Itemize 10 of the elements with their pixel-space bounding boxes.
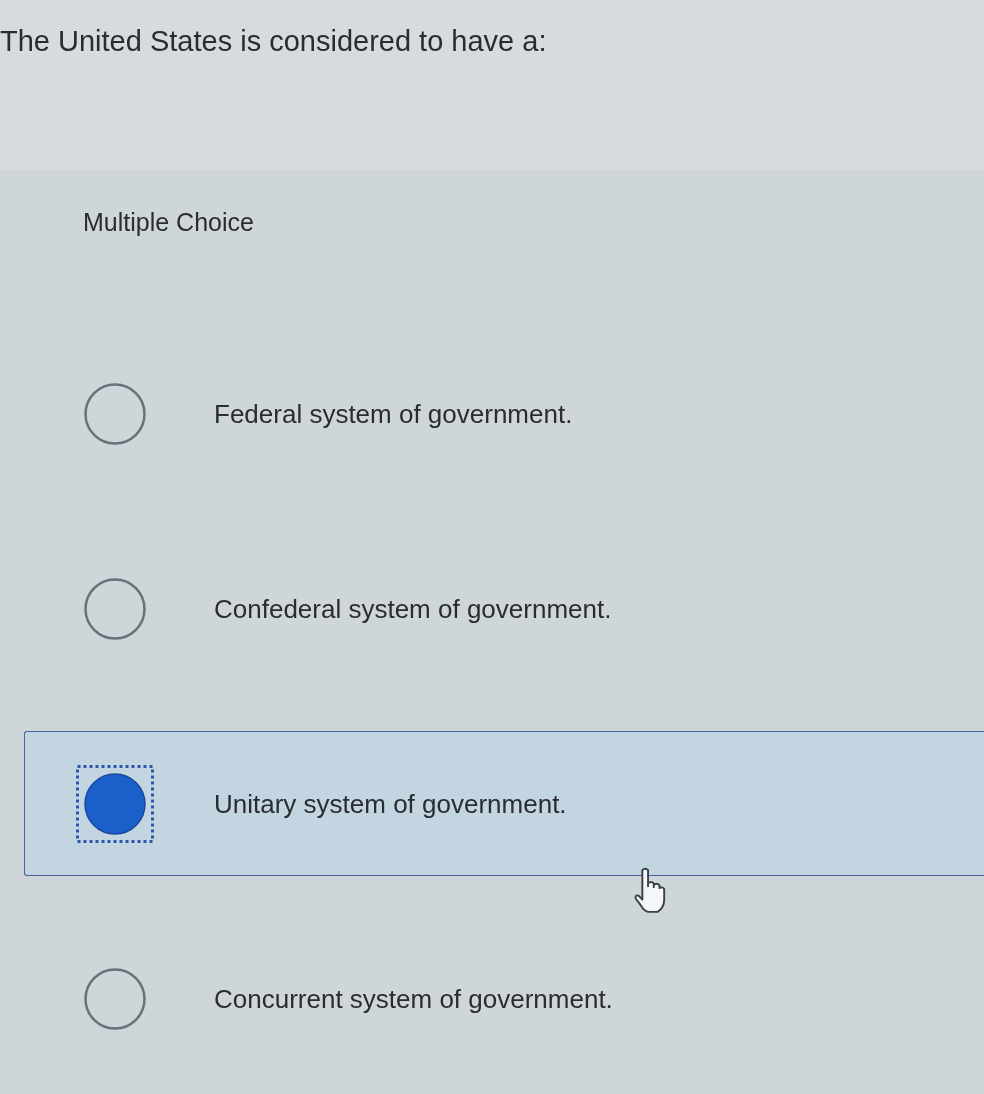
option-label[interactable]: Unitary system of government. — [214, 787, 567, 820]
question-text: The United States is considered to have a: — [0, 24, 547, 59]
option-label[interactable]: Federal system of government. — [214, 397, 573, 430]
option-label[interactable]: Concurrent system of government. — [214, 982, 613, 1015]
option-label[interactable]: Confederal system of government. — [214, 592, 612, 625]
radio-button[interactable] — [84, 967, 146, 1030]
question-type-label: Multiple Choice — [83, 207, 254, 237]
radio-button[interactable] — [84, 382, 146, 445]
radio-button[interactable] — [76, 764, 154, 843]
radio-button[interactable] — [84, 577, 146, 640]
